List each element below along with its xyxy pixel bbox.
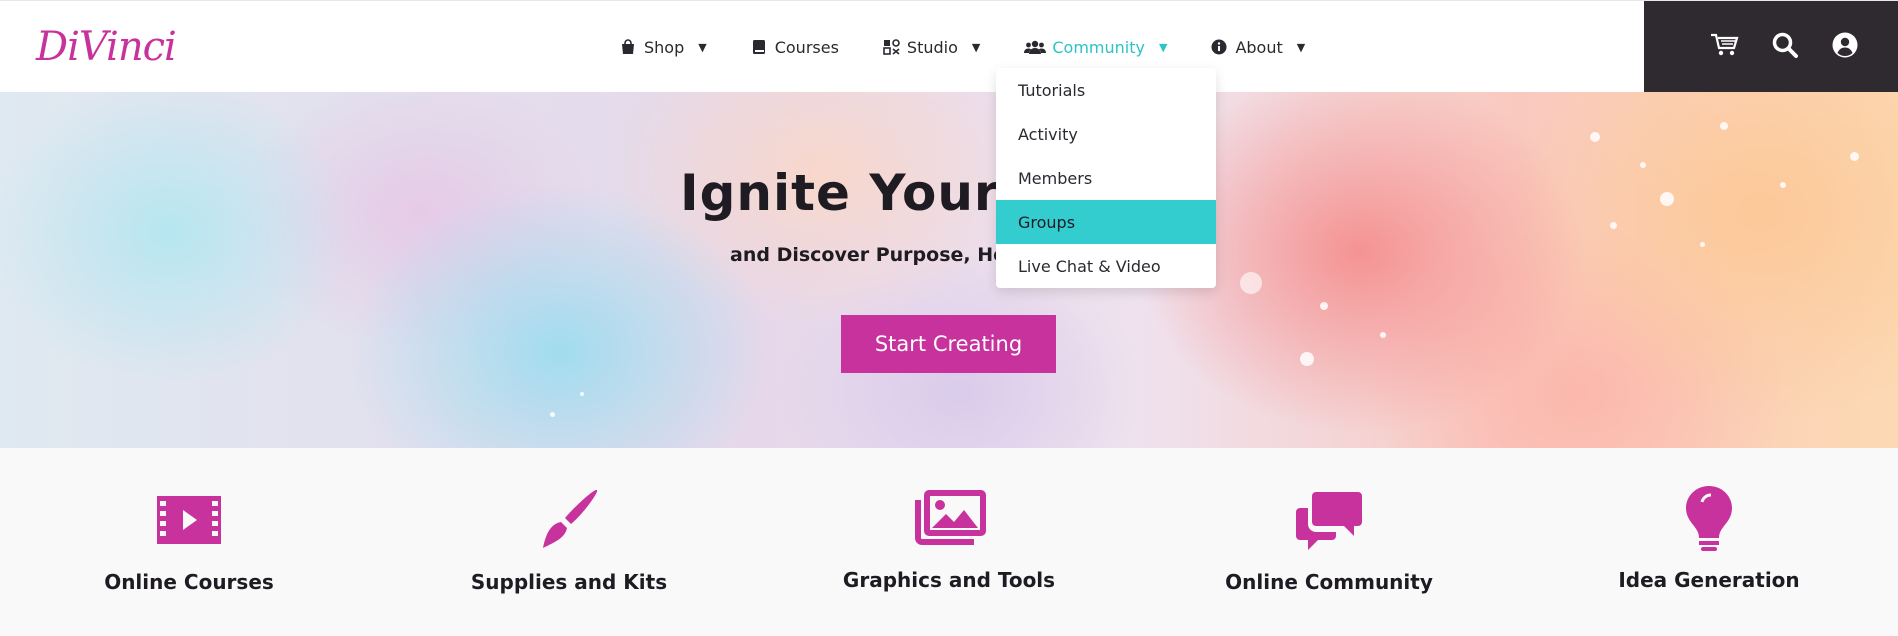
site-logo[interactable]: DiVinci	[36, 19, 236, 75]
paint-speck	[550, 412, 555, 417]
cart-button[interactable]	[1710, 32, 1740, 62]
search-icon	[1772, 32, 1798, 62]
paint-speck	[1300, 352, 1314, 366]
search-button[interactable]	[1770, 32, 1800, 62]
users-icon	[1024, 39, 1047, 55]
dropdown-item-live-chat-video[interactable]: Live Chat & Video	[996, 244, 1216, 288]
lightbulb-icon	[1686, 486, 1732, 556]
images-icon	[912, 490, 986, 552]
paint-speck	[1780, 182, 1786, 188]
feature-idea-generation[interactable]: Idea Generation	[1559, 448, 1859, 636]
dropdown-item-groups[interactable]: Groups	[996, 200, 1216, 244]
feature-label: Online Community	[1225, 570, 1433, 594]
paint-speck	[1240, 272, 1262, 294]
video-film-icon	[157, 496, 221, 548]
paint-speck	[1590, 132, 1600, 142]
features-section: Online Courses Supplies and Kits Graphic…	[0, 448, 1898, 636]
community-dropdown-menu: Tutorials Activity Members Groups Live C…	[996, 68, 1216, 288]
user-account-icon	[1832, 32, 1858, 62]
account-button[interactable]	[1830, 32, 1860, 62]
feature-graphics-tools[interactable]: Graphics and Tools	[799, 448, 1099, 636]
shopping-bag-icon	[620, 39, 638, 55]
nav-item-about[interactable]: About ▼	[1211, 38, 1305, 57]
nav-item-courses[interactable]: Courses	[751, 38, 839, 57]
chevron-down-icon: ▼	[698, 40, 707, 54]
logo-text: DiVinci	[36, 24, 177, 70]
feature-supplies-kits[interactable]: Supplies and Kits	[419, 448, 719, 636]
chevron-down-icon: ▼	[971, 40, 981, 54]
studio-icon	[883, 39, 901, 55]
paint-speck	[1320, 302, 1328, 310]
nav-label-about: About	[1235, 37, 1283, 57]
dropdown-item-members[interactable]: Members	[996, 156, 1216, 200]
site-header: DiVinci Shop ▼ Courses Studio ▼ Communit…	[0, 0, 1898, 93]
utility-bar	[1644, 1, 1898, 93]
dropdown-item-tutorials[interactable]: Tutorials	[996, 68, 1216, 112]
paint-speck	[580, 392, 584, 396]
chevron-down-icon: ▼	[1158, 40, 1168, 54]
feature-online-community[interactable]: Online Community	[1179, 448, 1479, 636]
nav-item-studio[interactable]: Studio ▼	[883, 38, 980, 57]
info-icon	[1211, 39, 1229, 55]
book-icon	[751, 39, 769, 55]
paint-speck	[1720, 122, 1728, 130]
paint-speck	[1660, 192, 1674, 206]
hero-subtitle: and Discover Purpose, Hea	[730, 244, 1019, 266]
chevron-down-icon: ▼	[1296, 40, 1306, 54]
feature-label: Idea Generation	[1618, 568, 1800, 592]
paint-speck	[1610, 222, 1617, 229]
paint-speck	[1640, 162, 1646, 168]
nav-item-community[interactable]: Community ▼	[1024, 38, 1167, 57]
nav-label-shop: Shop	[644, 37, 685, 57]
nav-label-community: Community	[1052, 37, 1145, 57]
feature-label: Supplies and Kits	[470, 570, 668, 594]
start-creating-button[interactable]: Start Creating	[841, 315, 1056, 373]
paint-speck	[1850, 152, 1859, 161]
nav-item-shop[interactable]: Shop ▼	[620, 38, 707, 57]
cart-icon	[1710, 33, 1740, 61]
paint-speck	[1380, 332, 1386, 338]
dropdown-item-activity[interactable]: Activity	[996, 112, 1216, 156]
nav-label-studio: Studio	[906, 37, 958, 57]
feature-online-courses[interactable]: Online Courses	[39, 448, 339, 636]
feature-label: Online Courses	[104, 570, 274, 594]
main-nav: Shop ▼ Courses Studio ▼ Community ▼ Abou…	[620, 33, 1349, 61]
paint-speck	[1700, 242, 1705, 247]
chat-bubbles-icon	[1296, 492, 1362, 554]
nav-label-courses: Courses	[774, 37, 839, 57]
paintbrush-icon	[537, 488, 601, 556]
hero-banner: Ignite Your C and Discover Purpose, Hea …	[0, 92, 1898, 448]
feature-label: Graphics and Tools	[842, 568, 1056, 592]
